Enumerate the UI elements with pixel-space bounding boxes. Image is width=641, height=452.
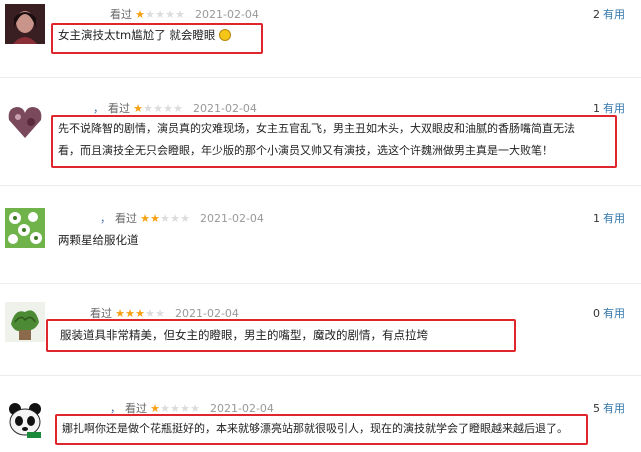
review-text-line: 两颗星给服化道 — [58, 233, 139, 247]
vote-count: 2 — [593, 8, 600, 21]
star-icon: ★ — [150, 401, 160, 415]
star-icon: ★ — [155, 7, 165, 21]
review-list: 看过 ★ ★ ★ ★ ★ 2021-02-04 2 有用 女主演技太tm尴尬了 就会瞪眼 — [0, 0, 641, 452]
divider — [0, 283, 641, 284]
highlight-box — [55, 414, 588, 445]
star-icon: ★ — [135, 7, 145, 21]
star-icon: ★ — [133, 101, 143, 115]
star-icon: ★ — [180, 401, 190, 415]
vote-count: 5 — [593, 402, 600, 415]
star-icon: ★ — [165, 7, 175, 21]
review-date: 2021-02-04 — [195, 7, 259, 21]
highlight-box — [51, 115, 617, 168]
useful-button[interactable]: 有用 — [603, 102, 625, 115]
watch-status: 看过 — [115, 212, 137, 225]
star-icon: ★ — [135, 306, 145, 320]
star-icon: ★ — [163, 101, 173, 115]
username[interactable]: ， — [93, 100, 104, 116]
star-icon: ★ — [140, 211, 150, 225]
divider — [0, 375, 641, 376]
useful-vote[interactable]: 5 有用 — [593, 400, 625, 416]
highlight-box — [46, 319, 516, 352]
divider — [0, 185, 641, 186]
star-icon: ★ — [153, 101, 163, 115]
star-icon: ★ — [190, 401, 200, 415]
star-icon: ★ — [145, 306, 155, 320]
review-date: 2021-02-04 — [193, 101, 257, 115]
vote-count: 0 — [593, 307, 600, 320]
user-avatar[interactable] — [5, 102, 45, 142]
review-meta: ， 看过 ★ ★ ★ ★ ★ 2021-02-04 — [100, 210, 264, 226]
useful-vote[interactable]: 1 有用 — [593, 210, 625, 226]
useful-button[interactable]: 有用 — [603, 212, 625, 225]
rating-stars: ★ ★ ★ ★ ★ — [140, 213, 190, 224]
highlight-box — [51, 23, 263, 54]
user-avatar[interactable] — [5, 302, 45, 342]
review-date: 2021-02-04 — [210, 401, 274, 415]
review-meta: ， 看过 ★ ★ ★ ★ ★ 2021-02-04 — [93, 100, 257, 116]
useful-button[interactable]: 有用 — [603, 402, 625, 415]
rating-stars: ★ ★ ★ ★ ★ — [150, 403, 200, 414]
star-icon: ★ — [125, 306, 135, 320]
useful-vote[interactable]: 0 有用 — [593, 305, 625, 321]
star-icon: ★ — [160, 401, 170, 415]
star-icon: ★ — [173, 101, 183, 115]
review-date: 2021-02-04 — [175, 306, 239, 320]
username[interactable]: ， — [100, 210, 111, 226]
star-icon: ★ — [160, 211, 170, 225]
useful-button[interactable]: 有用 — [603, 8, 625, 21]
watch-status: 看过 — [110, 8, 132, 21]
useful-button[interactable]: 有用 — [603, 307, 625, 320]
divider — [0, 77, 641, 78]
user-avatar[interactable] — [5, 4, 45, 44]
useful-vote[interactable]: 1 有用 — [593, 100, 625, 116]
review-meta: 看过 ★ ★ ★ ★ ★ 2021-02-04 — [110, 6, 259, 22]
rating-stars: ★ ★ ★ ★ ★ — [133, 103, 183, 114]
vote-count: 1 — [593, 102, 600, 115]
star-icon: ★ — [175, 7, 185, 21]
star-icon: ★ — [115, 306, 125, 320]
useful-vote[interactable]: 2 有用 — [593, 6, 625, 22]
rating-stars: ★ ★ ★ ★ ★ — [115, 308, 165, 319]
review-date: 2021-02-04 — [200, 211, 264, 225]
star-icon: ★ — [170, 211, 180, 225]
star-icon: ★ — [150, 211, 160, 225]
rating-stars: ★ ★ ★ ★ ★ — [135, 9, 185, 20]
watch-status: 看过 — [108, 102, 130, 115]
star-icon: ★ — [155, 306, 165, 320]
review-text: 两颗星给服化道 — [58, 229, 139, 251]
star-icon: ★ — [170, 401, 180, 415]
vote-count: 1 — [593, 212, 600, 225]
star-icon: ★ — [145, 7, 155, 21]
user-avatar[interactable] — [5, 208, 45, 248]
user-avatar[interactable] — [5, 400, 45, 440]
star-icon: ★ — [180, 211, 190, 225]
star-icon: ★ — [143, 101, 153, 115]
